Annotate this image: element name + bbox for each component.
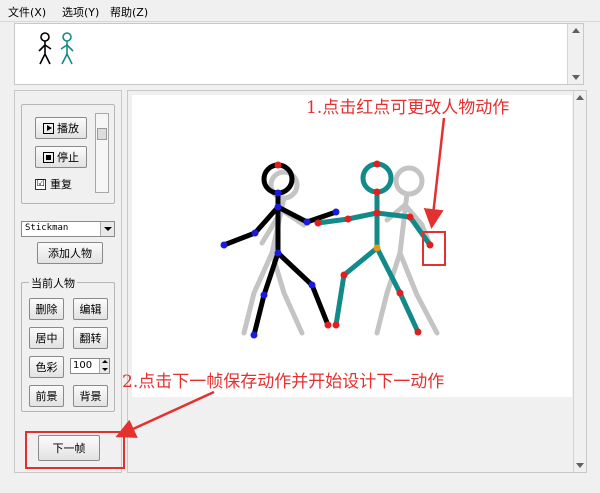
playback-speed-scrollbar[interactable] (95, 113, 109, 193)
frame-thumbnail-stickmen (38, 32, 74, 65)
frame-thumbnail[interactable] (19, 26, 95, 72)
current-figure-title: 当前人物 (29, 275, 77, 291)
opacity-stepper[interactable]: 100 (70, 358, 110, 374)
repeat-checkbox[interactable]: ☑ 重复 (35, 176, 72, 192)
canvas-scrollbar[interactable] (573, 91, 586, 472)
stick-figures[interactable] (132, 95, 572, 397)
edit-button[interactable]: 编辑 (73, 298, 108, 320)
teal-stickman-joints[interactable] (314, 160, 434, 336)
stop-button[interactable]: 停止 (35, 146, 87, 168)
menu-help[interactable]: 帮助(Z) (110, 4, 148, 20)
color-button[interactable]: 色彩 (29, 356, 64, 378)
delete-button[interactable]: 删除 (29, 298, 64, 320)
scroll-up-arrow-icon[interactable] (572, 28, 580, 33)
control-panel: 播放 停止 ☑ 重复 Stickman 添加人物 当前人物 删除 编辑 居中 翻… (14, 90, 125, 473)
stepper-up-icon[interactable] (99, 359, 109, 366)
repeat-label: 重复 (50, 178, 72, 191)
menu-file[interactable]: 文件(X) (8, 4, 46, 20)
annotation-top: 1.点击红点可更改人物动作 (306, 98, 510, 118)
center-button[interactable]: 居中 (29, 327, 64, 349)
scroll-up-arrow-icon[interactable] (576, 95, 584, 100)
frames-strip (14, 23, 584, 85)
background-button[interactable]: 背景 (73, 385, 108, 407)
foreground-button[interactable]: 前景 (29, 385, 64, 407)
play-button[interactable]: 播放 (35, 117, 87, 139)
frames-scrollbar[interactable] (567, 24, 583, 84)
menu-bar: 文件(X) 选项(Y) 帮助(Z) (0, 0, 600, 22)
play-icon (43, 122, 54, 134)
scroll-down-arrow-icon[interactable] (572, 75, 580, 80)
scroll-down-arrow-icon[interactable] (576, 463, 584, 468)
figure-type-select[interactable]: Stickman (21, 221, 115, 237)
chevron-down-icon[interactable] (100, 222, 114, 236)
next-frame-highlight (25, 431, 125, 469)
drawing-canvas[interactable] (132, 95, 572, 397)
checkbox-check-icon[interactable]: ☑ (35, 178, 46, 190)
stepper-down-icon[interactable] (99, 366, 109, 373)
canvas-area (127, 90, 587, 473)
menu-options[interactable]: 选项(Y) (62, 4, 99, 20)
scroll-thumb[interactable] (97, 128, 107, 140)
stop-icon (43, 151, 54, 163)
flip-button[interactable]: 翻转 (73, 327, 108, 349)
add-figure-button[interactable]: 添加人物 (37, 242, 103, 264)
annotation-bottom: 2.点击下一帧保存动作并开始设计下一动作 (122, 372, 445, 392)
